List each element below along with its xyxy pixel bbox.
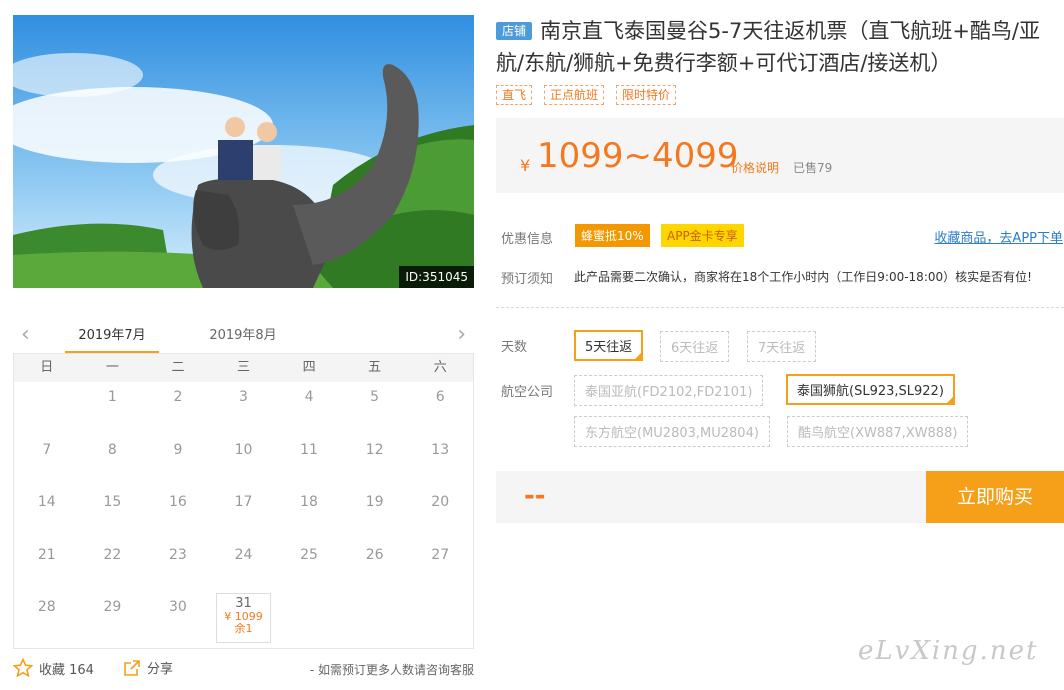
days-option-5[interactable]: 5天往返 <box>574 330 644 361</box>
calendar-day: 22 <box>103 546 122 563</box>
calendar-empty-cell <box>14 382 80 435</box>
product-actions-bar: 收藏 164 分享 - 如需预订更多人数请咨询客服 <box>13 658 474 682</box>
calendar-day: 27 <box>431 546 450 563</box>
calendar-day: 25 <box>300 546 318 563</box>
weekday-label: 日 <box>40 360 54 375</box>
calendar-day: 6 <box>435 389 445 405</box>
calendar-day: 8 <box>107 441 117 458</box>
airline-label: 航空公司 <box>501 385 554 400</box>
calendar-day: 5 <box>370 389 380 405</box>
calendar-day: 16 <box>169 494 187 510</box>
chevron-right-icon[interactable]: › <box>457 324 466 346</box>
tab-month-july[interactable]: 2019年7月 <box>65 324 159 354</box>
calendar-day: 7 <box>42 441 52 458</box>
calendar-day: 3 <box>239 389 248 405</box>
calendar-day: 15 <box>103 494 122 510</box>
elephant-photo-image <box>13 15 474 288</box>
calendar-day-number: 31 <box>235 596 252 611</box>
booking-calendar: 日 一 二 三 四 五 六 1 2 3 4 5 6 7 8 9 10 11 12 13 14 15 16 17 1… <box>13 353 474 649</box>
calendar-day: 14 <box>37 494 56 510</box>
promo-label: 优惠信息 <box>501 232 554 247</box>
weekday-label: 四 <box>302 360 316 375</box>
calendar-day: 13 <box>431 441 450 458</box>
product-title-text: 南京直飞泰国曼谷5-7天往返机票（直飞航班+酷鸟/亚航/东航/狮航+免费行李额+… <box>496 19 1040 75</box>
airline-option-lionair[interactable]: 泰国狮航(SL923,SL922) <box>786 374 955 405</box>
calendar-day: 1 <box>107 389 117 405</box>
calendar-day: 28 <box>37 599 56 615</box>
share-icon <box>124 659 140 676</box>
calendar-day-available[interactable]: 31 ¥ 1099 余1 <box>215 593 272 643</box>
shop-badge[interactable]: 店铺 <box>496 22 533 40</box>
photo-id-label: ID:351045 <box>399 266 474 288</box>
product-tag: 正点航班 <box>544 85 605 105</box>
calendar-weekday-header: 日 一 二 三 四 五 六 <box>14 354 473 382</box>
favorite-app-order-link[interactable]: 收藏商品，去APP下单 <box>934 227 1063 246</box>
weekday-label: 二 <box>171 360 185 375</box>
price-box: ¥ 1099~4099 价格说明 已售79 <box>496 118 1064 193</box>
calendar-day: 26 <box>365 546 384 563</box>
calendar-day: 11 <box>300 441 318 458</box>
airline-option-nokscoot[interactable]: 酷鸟航空(XW887,XW888) <box>787 416 969 447</box>
tab-month-august[interactable]: 2019年8月 <box>196 324 290 354</box>
calendar-day: 19 <box>365 494 384 510</box>
calendar-day-remaining: 余1 <box>234 622 253 635</box>
calendar-day: 17 <box>234 494 253 510</box>
selected-price: -- <box>524 481 546 511</box>
promo-badge-honey: 蜂蜜抵10% <box>575 224 650 247</box>
calendar-day: 24 <box>234 546 253 563</box>
favorite-label: 收藏 164 <box>39 662 94 678</box>
booking-notice-label: 预订须知 <box>501 272 554 287</box>
product-tags: 直飞 正点航班 限时特价 <box>496 85 1064 105</box>
product-title: 店铺 南京直飞泰国曼谷5-7天往返机票（直飞航班+酷鸟/亚航/东航/狮航+免费行李… <box>496 15 1064 79</box>
calendar-day: 29 <box>103 599 122 615</box>
share-button[interactable]: 分享 <box>123 658 173 677</box>
days-label: 天数 <box>501 340 528 355</box>
purchase-bar: -- 立即购买 <box>496 471 1064 523</box>
calendar-day: 4 <box>304 389 314 405</box>
chevron-left-icon[interactable]: ‹ <box>21 324 30 346</box>
divider <box>496 307 1064 308</box>
calendar-day: 2 <box>173 389 183 405</box>
calendar-month-nav: ‹ 2019年7月 2019年8月 › <box>13 318 474 354</box>
calendar-day: 18 <box>300 494 318 510</box>
share-label: 分享 <box>147 662 174 677</box>
days-option-6[interactable]: 6天往返 <box>660 331 730 362</box>
days-option-7[interactable]: 7天往返 <box>747 331 817 362</box>
weekday-label: 六 <box>433 360 447 375</box>
product-photo[interactable]: ID:351045 <box>13 15 474 288</box>
price-currency: ¥ <box>520 156 531 175</box>
calendar-day: 9 <box>173 441 183 458</box>
price-explanation-link[interactable]: 价格说明 <box>731 159 779 176</box>
calendar-day: 30 <box>169 599 187 615</box>
calendar-day: 21 <box>37 546 56 563</box>
calendar-day: 10 <box>234 441 253 458</box>
calendar-day: 12 <box>365 441 384 458</box>
product-tag: 直飞 <box>496 85 533 105</box>
buy-now-button[interactable]: 立即购买 <box>926 471 1064 523</box>
price-range: 1099~4099 <box>537 136 739 176</box>
product-tag: 限时特价 <box>616 85 677 105</box>
calendar-days-grid: 1 2 3 4 5 6 7 8 9 10 11 12 13 14 15 16 17 18 19 20 21 22 23 24 2… <box>14 382 473 645</box>
weekday-label: 三 <box>237 360 251 375</box>
promo-badge-app: APP金卡专享 <box>661 224 744 247</box>
airline-option-airasia[interactable]: 泰国亚航(FD2102,FD2101) <box>574 375 764 406</box>
sold-count: 已售79 <box>793 161 833 175</box>
star-icon <box>13 658 33 678</box>
calendar-day: 23 <box>169 546 187 563</box>
watermark: eLvXing.net <box>858 636 1039 666</box>
weekday-label: 五 <box>368 360 382 375</box>
consult-note: - 如需预订更多人数请咨询客服 <box>309 663 474 677</box>
product-info-panel: 店铺 南京直飞泰国曼谷5-7天往返机票（直飞航班+酷鸟/亚航/东航/狮航+免费行李… <box>496 15 1064 523</box>
booking-notice-text: 此产品需要二次确认，商家将在18个工作小时内（工作日9:00-18:00）核实是… <box>574 270 1032 284</box>
calendar-day: 20 <box>431 494 450 510</box>
airline-option-china-eastern[interactable]: 东方航空(MU2803,MU2804) <box>574 416 770 447</box>
favorite-button[interactable]: 收藏 164 <box>13 658 94 678</box>
weekday-label: 一 <box>105 360 119 375</box>
